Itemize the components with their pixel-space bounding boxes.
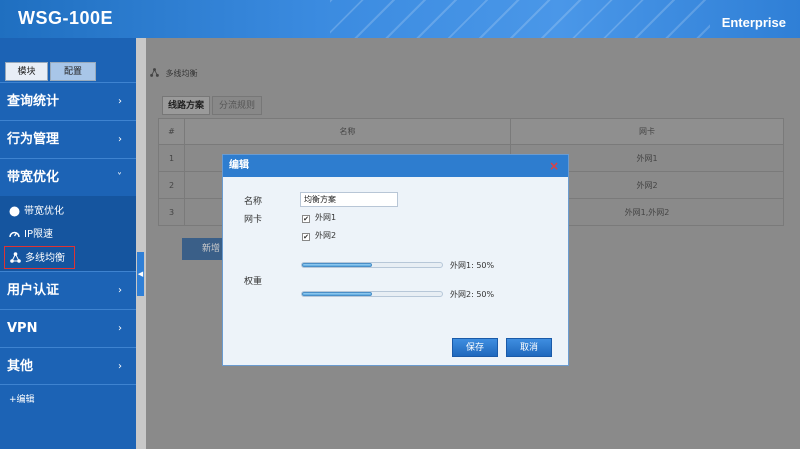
sub-item-multiline-balance[interactable]: 多线均衡 [4, 246, 75, 269]
chevron-right-icon: › [118, 361, 122, 372]
dialog-header: 编辑 × [223, 155, 568, 177]
weight-value-wan2: 外网2: 50% [450, 290, 495, 299]
breadcrumb: 多线均衡 [150, 68, 198, 79]
column-header: 名称 [184, 118, 511, 145]
column-header: # [158, 118, 185, 145]
sidebar-item-label: 带宽优化 [7, 170, 60, 185]
sidebar-item-bandwidth-opt[interactable]: 带宽优化 ˅ [0, 158, 136, 196]
sub-item-label: 多线均衡 [25, 253, 65, 264]
weight-label: 权重 [244, 277, 263, 287]
close-icon[interactable]: × [549, 155, 559, 177]
nic-option-label: 外网1 [315, 213, 337, 222]
save-button[interactable]: 保存 [452, 338, 498, 357]
nic-option-label: 外网2 [315, 231, 337, 240]
sidebar-item-label: VPN [7, 321, 38, 336]
sidebar-item-user-auth[interactable]: 用户认证 › [0, 271, 136, 309]
column-header: 网卡 [510, 118, 784, 145]
circle-icon [9, 206, 20, 217]
weight-slider-wan2[interactable] [301, 291, 443, 297]
slider-fill [302, 292, 372, 296]
sidebar-splitter[interactable]: ◀ [136, 38, 146, 449]
app-title: WSG-100E [18, 8, 114, 28]
chevron-right-icon: › [118, 323, 122, 334]
row-index: 1 [158, 144, 185, 172]
chevron-right-icon: › [118, 96, 122, 107]
app-header: WSG-100E Enterprise [0, 0, 800, 38]
chevron-right-icon: › [118, 285, 122, 296]
tab-config[interactable]: 配置 [50, 62, 96, 81]
sub-item-label: IP限速 [24, 229, 53, 240]
sidebar-item-query-stats[interactable]: 查询统计 › [0, 82, 136, 120]
tab-line-scheme[interactable]: 线路方案 [162, 96, 210, 115]
weight-slider-wan1[interactable] [301, 262, 443, 268]
weight-value-wan1: 外网1: 50% [450, 261, 495, 270]
header-decoration [330, 0, 710, 38]
name-label: 名称 [244, 197, 263, 207]
sub-item-bandwidth-opt[interactable]: 带宽优化 [0, 200, 136, 223]
row-index: 3 [158, 198, 185, 226]
network-icon [150, 68, 159, 77]
sidebar-item-label: 其他 [7, 359, 34, 374]
sidebar-item-label: 用户认证 [7, 283, 60, 298]
speedometer-icon [9, 231, 20, 238]
sub-item-ip-limit[interactable]: IP限速 [0, 223, 136, 246]
row-index: 2 [158, 171, 185, 199]
checkbox-checked-icon[interactable]: ✔ [302, 215, 310, 223]
sidebar: 模块 配置 查询统计 › 行为管理 › 带宽优化 ˅ 带宽优化 IP限速 多线均… [0, 38, 136, 449]
nic-option-wan1[interactable]: ✔ 外网1 [302, 212, 336, 223]
sidebar-item-label: 行为管理 [7, 132, 60, 147]
sidebar-item-label: 查询统计 [7, 94, 60, 109]
edit-dialog: 编辑 × 名称 网卡 ✔ 外网1 ✔ 外网2 外网1: 50% 权重 外网2: 50… [222, 154, 569, 366]
scheme-name-input[interactable] [300, 192, 398, 207]
chevron-right-icon: › [118, 134, 122, 145]
tab-split-rules[interactable]: 分流规则 [212, 96, 262, 115]
sidebar-nav: 查询统计 › 行为管理 › 带宽优化 ˅ 带宽优化 IP限速 多线均衡 用户认证… [0, 82, 136, 385]
edition-label: Enterprise [721, 15, 786, 30]
nic-option-wan2[interactable]: ✔ 外网2 [302, 230, 336, 241]
checkbox-checked-icon[interactable]: ✔ [302, 233, 310, 241]
table-header-row: # 名称 网卡 [158, 118, 784, 145]
tab-module[interactable]: 模块 [5, 62, 48, 81]
sub-item-label: 带宽优化 [24, 206, 64, 217]
cancel-button[interactable]: 取消 [506, 338, 552, 357]
breadcrumb-label: 多线均衡 [165, 69, 198, 78]
collapse-sidebar-handle[interactable]: ◀ [137, 252, 144, 296]
sidebar-item-other[interactable]: 其他 › [0, 347, 136, 385]
edit-menu-link[interactable]: +编辑 [9, 392, 35, 405]
network-icon [10, 252, 21, 263]
sidebar-item-vpn[interactable]: VPN › [0, 309, 136, 347]
chevron-down-icon: ˅ [117, 172, 122, 183]
sidebar-item-behavior-mgmt[interactable]: 行为管理 › [0, 120, 136, 158]
dialog-title: 编辑 [229, 160, 249, 171]
nic-label: 网卡 [244, 215, 263, 225]
bandwidth-submenu: 带宽优化 IP限速 多线均衡 [0, 196, 136, 271]
slider-fill [302, 263, 372, 267]
